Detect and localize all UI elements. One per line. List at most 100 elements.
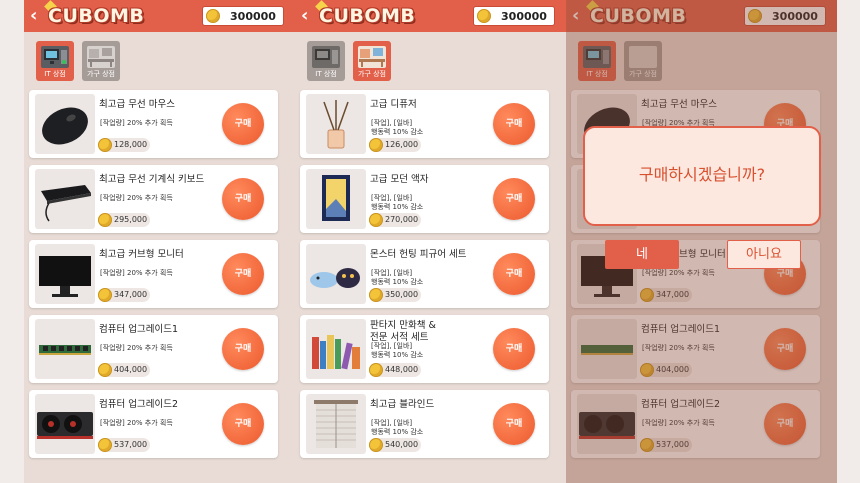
item-price: 448,000 [369,363,421,377]
buy-button[interactable]: 구매 [222,253,264,295]
buy-button[interactable]: 구매 [222,178,264,220]
tab-it-shop[interactable]: IT 상점 [307,41,345,81]
furniture-icon [358,46,386,68]
price-value: 537,000 [114,440,148,449]
back-arrow-icon[interactable]: ‹ [30,6,46,26]
shop-tabs: IT 상점 가구 상점 [295,32,566,88]
coin-balance: 300000 [202,6,284,26]
price-value: 448,000 [385,365,419,374]
coin-icon [369,438,383,452]
tab-it-shop[interactable]: IT 상점 [36,41,74,81]
coin-icon [98,438,112,452]
tab-it-label: IT 상점 [44,70,66,78]
computer-icon [312,46,340,68]
price-value: 350,000 [385,290,419,299]
figure-set-image [306,244,366,304]
list-item: 고급 디퓨저 [작업], [일바] 행동력 10% 감소 126,000 구매 [300,90,549,158]
coin-icon [477,9,491,23]
coin-icon [98,288,112,302]
tab-furniture-shop[interactable]: 가구 상점 [82,41,120,81]
item-price: 295,000 [98,213,150,227]
item-name: 최고급 커브형 모니터 [99,249,184,260]
confirm-no-button[interactable]: 아니요 [727,240,801,269]
graphics-card-image [35,394,95,454]
item-price: 347,000 [98,288,150,302]
item-effect: [작업], [일바] 행동력 10% 감소 [371,269,424,286]
buy-button[interactable]: 구매 [222,103,264,145]
buy-button[interactable]: 구매 [493,328,535,370]
left-gutter [0,0,24,483]
list-item: 컴퓨터 업그레이드2 [작업량] 20% 추가 획득 537,000 구매 [29,390,278,458]
coin-icon [206,9,220,23]
item-effect: [작업량] 20% 추가 획득 [100,269,173,277]
buy-button[interactable]: 구매 [222,328,264,370]
item-price: 350,000 [369,288,421,302]
coin-amount: 300000 [230,10,276,23]
ram-stick-image [35,319,95,379]
coin-icon [369,363,383,377]
list-item: 고급 모던 액자 [작업], [일바] 행동력 10% 감소 270,000 구… [300,165,549,233]
buy-button[interactable]: 구매 [493,403,535,445]
item-name: 고급 디퓨저 [370,99,417,110]
list-item: 최고급 블라인드 [작업], [일바] 행동력 10% 감소 540,000 구… [300,390,549,458]
buy-button[interactable]: 구매 [493,253,535,295]
price-value: 540,000 [385,440,419,449]
computer-icon [41,46,69,68]
furniture-shop-screen: ‹ CUBOMB 300000 IT 상점 가구 상점 고급 디퓨저 [작업],… [295,0,566,483]
shop-tabs: IT 상점 가구 상점 [24,32,295,88]
item-name: 판타지 만화책 & 전문 서적 세트 [370,320,436,343]
item-price: 404,000 [98,363,150,377]
item-effect: [작업량] 20% 추가 획득 [100,194,173,202]
screenshot-stage: ‹ CUBOMB 300000 IT 상점 가구 상점 최고급 무선 마우스 [… [0,0,860,483]
buy-button[interactable]: 구매 [222,403,264,445]
item-name: 몬스터 헌팅 피규어 세트 [370,249,467,260]
coin-icon [369,288,383,302]
item-effect: [작업], [일바] 행동력 10% 감소 [371,342,424,359]
game-logo: CUBOMB [48,5,145,27]
price-value: 270,000 [385,215,419,224]
coin-icon [98,363,112,377]
tab-furniture-label: 가구 상점 [87,70,115,78]
item-price: 537,000 [98,438,150,452]
item-effect: [작업량] 20% 추가 획득 [100,419,173,427]
tab-furniture-shop[interactable]: 가구 상점 [353,41,391,81]
item-price: 540,000 [369,438,421,452]
coin-icon [98,138,112,152]
item-effect: [작업량] 20% 추가 획득 [100,119,173,127]
item-price: 126,000 [369,138,421,152]
list-item: 최고급 무선 기계식 키보드 [작업량] 20% 추가 획득 295,000 구… [29,165,278,233]
right-gutter [837,0,860,483]
purchase-confirm-screen: ‹ CUBOMB 300000 IT 상점 가구 상점 최고급 무선 마우스 [… [566,0,837,483]
dialog-question: 구매하시겠습니까? [638,165,766,184]
game-logo: CUBOMB [319,5,416,27]
tab-it-label: IT 상점 [315,70,337,78]
coin-icon [98,213,112,227]
book-set-image [306,319,366,379]
coin-icon [369,138,383,152]
coin-amount: 300000 [501,10,547,23]
item-name: 컴퓨터 업그레이드1 [99,324,178,335]
item-price: 128,000 [98,138,150,152]
mouse-image [35,94,95,154]
confirm-yes-button[interactable]: 네 [605,240,679,269]
price-value: 126,000 [385,140,419,149]
item-effect: [작업량] 20% 추가 획득 [100,344,173,352]
top-bar: ‹ CUBOMB 300000 [295,0,566,32]
blinds-image [306,394,366,454]
price-value: 128,000 [114,140,148,149]
item-effect: [작업], [일바] 행동력 10% 감소 [371,419,424,436]
item-name: 컴퓨터 업그레이드2 [99,399,178,410]
item-name: 최고급 무선 마우스 [99,99,175,110]
buy-button[interactable]: 구매 [493,103,535,145]
buy-button[interactable]: 구매 [493,178,535,220]
list-item: 최고급 무선 마우스 [작업량] 20% 추가 획득 128,000 구매 [29,90,278,158]
purchase-confirm-dialog: 구매하시겠습니까? [583,126,821,226]
item-name: 고급 모던 액자 [370,174,429,185]
diffuser-image [306,94,366,154]
item-name: 최고급 블라인드 [370,399,435,410]
list-item: 컴퓨터 업그레이드1 [작업량] 20% 추가 획득 404,000 구매 [29,315,278,383]
back-arrow-icon[interactable]: ‹ [301,6,317,26]
price-value: 404,000 [114,365,148,374]
item-effect: [작업], [일바] 행동력 10% 감소 [371,119,424,136]
coin-icon [369,213,383,227]
